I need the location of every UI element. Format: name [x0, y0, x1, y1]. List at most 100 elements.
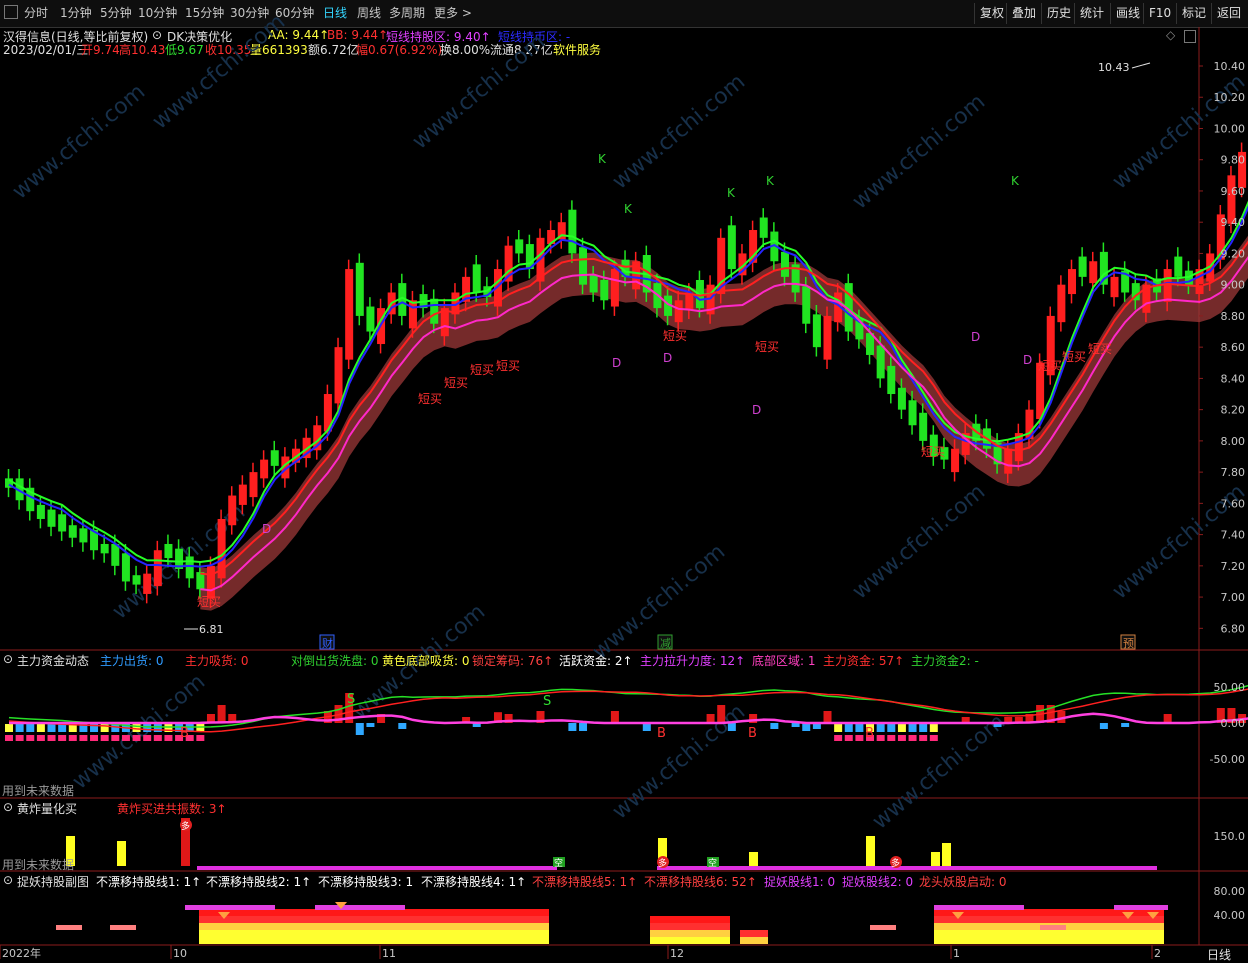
candle-body [132, 575, 141, 585]
legend-item: 不漂移持股线5: 1↑ [532, 875, 638, 889]
inflow-bar [153, 724, 162, 732]
capital-bar [717, 705, 726, 723]
legend-item: 主力资金2: - [911, 654, 979, 668]
holding-block [199, 923, 549, 930]
candle-body [334, 347, 343, 404]
candle-body [1174, 256, 1183, 277]
d-signal: D [663, 351, 672, 365]
short-buy-signal: 短买 [496, 359, 520, 373]
holding-block [740, 937, 768, 944]
panel1-axis-label: 50.00 [1214, 681, 1246, 694]
watermark-text: www.cfchi.com [8, 79, 150, 204]
outflow-bar [366, 723, 375, 727]
panel1-title[interactable]: 主力资金动态 [17, 652, 89, 669]
bottom-zone-bar [132, 735, 141, 741]
pink-small-bar [870, 925, 896, 930]
panel3-toggle-icon[interactable]: ⊙ [3, 873, 13, 887]
bottom-zone-bar [121, 735, 130, 741]
bottom-zone-bar [908, 735, 917, 741]
inflow-bar [919, 724, 928, 732]
legend-item: 不漂移持股线4: 1↑ [421, 875, 527, 889]
capital-bar [610, 711, 619, 723]
inflow-bar [36, 724, 45, 732]
short-buy-signal: 短买 [1038, 359, 1062, 373]
bottom-zone-bar [58, 735, 67, 741]
legend-item: 对倒出货洗盘: 0 [291, 654, 379, 668]
panel1-toggle-icon[interactable]: ⊙ [3, 652, 13, 666]
panel2-toggle-icon[interactable]: ⊙ [3, 800, 13, 814]
candle-body [270, 450, 279, 466]
bottom-zone-bar [68, 735, 77, 741]
price-tick-label: 6.80 [1221, 622, 1246, 635]
bottom-zone-bar [47, 735, 56, 741]
pink-holding-line [934, 905, 1024, 910]
candle-body [1004, 448, 1013, 474]
candle-body [759, 217, 768, 238]
bottom-zone-bar [100, 735, 109, 741]
k-signal: K [727, 186, 736, 200]
pink-small-bar [56, 925, 82, 930]
short-buy-signal: 短买 [470, 363, 494, 377]
inflow-bar [58, 724, 67, 732]
b-mark: B [865, 726, 874, 741]
inflow-bar [5, 724, 13, 732]
pink-holding-line [315, 905, 405, 910]
panel2-axis-label: 150.0 [1214, 830, 1246, 843]
bottom-zone-bar [26, 735, 35, 741]
candle-body [366, 306, 375, 332]
inflow-bar [844, 724, 853, 732]
candle-body [780, 251, 789, 277]
legend-item: 主力出货: 0 [100, 654, 164, 668]
candle-body [79, 528, 88, 543]
panel2-title[interactable]: 黄炸量化买 [17, 800, 77, 817]
capital-bar [1163, 714, 1172, 723]
pink-holding-line [1114, 905, 1168, 910]
candle-body [568, 209, 577, 254]
candle-body [238, 484, 247, 505]
price-tick-label: 7.00 [1221, 591, 1246, 604]
duo-label: 多 [658, 857, 667, 869]
candle-body [812, 314, 821, 348]
holding-block [934, 937, 1164, 944]
bottom-zone-bar [111, 735, 120, 741]
candle-body [408, 300, 417, 329]
outflow-bar [791, 723, 800, 727]
panel3-title[interactable]: 捉妖持股副图 [17, 873, 89, 890]
panel1-note: 用到未来数据 [2, 784, 75, 798]
legend-item: 主力资金: 57↑ [823, 654, 905, 668]
watermark-text: www.cfchi.com [608, 69, 750, 194]
short-buy-signal: 短买 [921, 445, 945, 459]
spacer [0, 931, 198, 934]
pink-small-bar [1040, 925, 1066, 930]
price-tick-label: 8.20 [1221, 404, 1246, 417]
price-tick-label: 9.60 [1221, 185, 1246, 198]
legend-item: 不漂移持股线2: 1↑ [206, 875, 312, 889]
kong-label: 空 [708, 857, 717, 869]
bottom-zone-bar [855, 735, 864, 741]
inflow-bar [834, 724, 843, 732]
candle-body [1089, 261, 1098, 284]
holding-block [740, 930, 768, 937]
candle-body [111, 543, 120, 566]
candle-body [802, 286, 811, 324]
panel1-axis-label: -50.00 [1210, 753, 1245, 766]
price-tick-label: 8.80 [1221, 310, 1246, 323]
legend-item: 不漂移持股线6: 52↑ [644, 875, 757, 889]
candle-body [589, 275, 598, 293]
panel3-axis-label: 40.00 [1214, 909, 1246, 922]
candle-body [610, 269, 619, 307]
panel2-note: 用到未来数据 [2, 858, 75, 872]
holding-block [650, 930, 730, 937]
candle-body [164, 543, 173, 559]
b-mark: B [657, 726, 666, 741]
inflow-bar [15, 724, 24, 732]
bottom-zone-bar [887, 735, 896, 741]
candle-body [228, 495, 237, 526]
signal-bar [931, 852, 940, 866]
period-label: 日线 [1207, 948, 1232, 962]
watermark-text: www.cfchi.com [408, 29, 550, 154]
holding-block [199, 909, 549, 916]
bottom-zone-bar [143, 735, 152, 741]
outflow-bar [355, 723, 364, 735]
candle-body [206, 565, 215, 599]
